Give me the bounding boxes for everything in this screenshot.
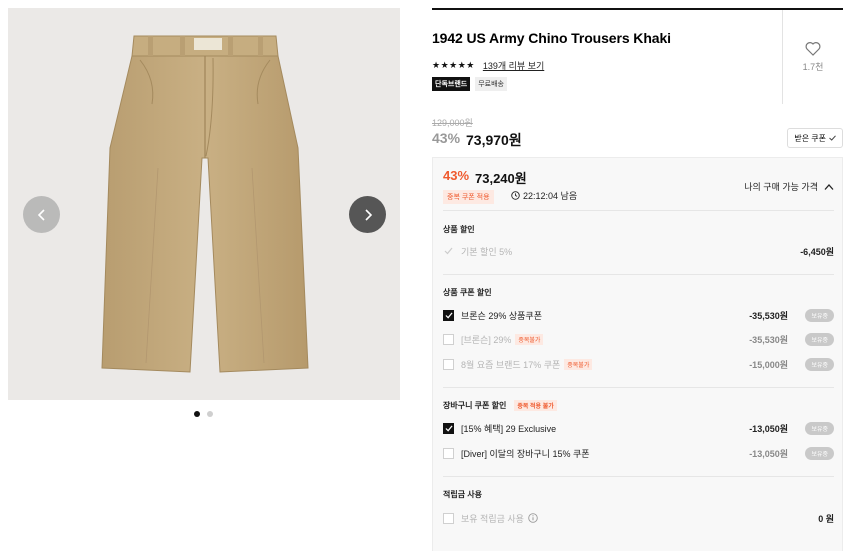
sale-price: 73,970원 [466,132,522,148]
no-duplicate-badge: 중복불가 [564,358,593,370]
best-price: 73,240원 [475,171,527,186]
owned-pill: 보유중 [805,446,834,460]
product-title: 1942 US Army Chino Trousers Khaki [432,30,671,46]
chevron-left-icon [37,208,45,221]
pagination-dot[interactable] [207,411,213,417]
khaki-chino-trousers-image [101,35,309,373]
check-icon [445,311,453,319]
gallery-prev-button[interactable] [23,196,60,233]
my-price-toggle[interactable]: 나의 구매 가능 가격 [744,180,834,193]
points-title: 적립금 사용 [443,490,483,499]
no-duplicate-badge: 중복 적용 불가 [514,400,557,411]
cart-coupon-label: [Diver] 이달의 장바구니 15% 쿠폰 [461,448,590,459]
points-row: 보유 적립금 사용 0 원 [443,510,834,526]
cart-coupon-row[interactable]: [15% 혜택] 29 Exclusive -13,050원 보유중 [443,420,834,436]
cart-coupon-title-row: 장바구니 쿠폰 할인 중복 적용 불가 [443,400,557,411]
coupon-checkbox [443,333,454,345]
owned-pill: 보유중 [805,308,834,322]
countdown-timer: 22:12:04 남음 [511,189,577,202]
coupon-label: [브론슨] 29% [461,334,512,345]
star-rating: ★★★★★ [432,60,475,70]
divider [443,210,834,211]
product-badges: 단독브랜드 무료배송 [432,77,507,91]
points-label: 보유 적립금 사용 [461,513,524,524]
gallery-next-button[interactable] [349,196,386,233]
cart-coupon-checkbox[interactable] [443,422,454,434]
base-discount-check [443,246,454,257]
discount-panel: 43% 73,240원 중복 쿠폰 적용 22:12:04 남음 나의 구매 가… [432,157,843,551]
product-discount-title: 상품 할인 [443,225,475,234]
chevron-right-icon [364,208,372,221]
cart-coupon-label: [15% 혜택] 29 Exclusive [461,423,557,434]
review-link[interactable]: 139개 리뷰 보기 [483,59,544,72]
original-price: 129,000원 [432,118,473,128]
coupon-label: 브론슨 29% 상품쿠폰 [461,310,542,321]
cart-coupon-amount: -13,050원 [749,448,788,459]
clock-icon [511,191,520,200]
coupon-label: 8월 요즘 브랜드 17% 쿠폰 [461,359,561,370]
points-amount: 0 원 [818,513,834,524]
my-price-label: 나의 구매 가능 가격 [744,182,818,192]
coupon-checkbox[interactable] [443,309,454,321]
owned-pill: 보유중 [805,421,834,435]
coupon-row: 8월 요즘 브랜드 17% 쿠폰 중복불가 -15,000원 보유중 [443,356,834,372]
duplicate-coupon-badge: 중복 쿠폰 적용 [443,190,494,204]
gallery-pagination [194,411,213,417]
coupon-row[interactable]: 브론슨 29% 상품쿠폰 -35,530원 보유중 [443,307,834,323]
coupon-amount: -35,530원 [749,334,788,345]
base-discount-amount: -6,450원 [800,246,834,257]
rating-row: ★★★★★ 139개 리뷰 보기 [432,59,544,72]
exclusive-brand-badge: 단독브랜드 [432,77,471,91]
like-count: 1.7천 [802,62,824,72]
received-coupon-label: 받은 쿠폰 [794,133,826,143]
coupon-amount: -15,000원 [749,359,788,370]
base-discount-row: 기본 할인 5% -6,450원 [443,243,834,259]
cart-coupon-amount: -13,050원 [749,423,788,434]
check-icon [829,135,836,141]
divider [443,274,834,275]
best-price-header: 43% 73,240원 중복 쿠폰 적용 22:12:04 남음 나의 구매 가… [443,168,834,212]
pagination-dot-active[interactable] [194,411,200,417]
product-coupon-title: 상품 쿠폰 할인 [443,288,492,297]
coupon-row: [브론슨] 29% 중복불가 -35,530원 보유중 [443,331,834,347]
received-coupon-button[interactable]: 받은 쿠폰 [787,128,843,148]
best-discount-rate: 43% [443,168,470,183]
coupon-amount: -35,530원 [749,310,788,321]
check-icon [445,424,453,432]
owned-pill: 보유중 [805,357,834,371]
product-header: 1942 US Army Chino Trousers Khaki ★★★★★ … [432,10,843,104]
countdown-text: 22:12:04 남음 [523,191,578,201]
product-gallery [8,8,400,400]
points-checkbox[interactable] [443,512,454,524]
divider [443,387,834,388]
base-discount-label: 기본 할인 5% [461,246,513,257]
owned-pill: 보유중 [805,332,834,346]
discount-rate: 43% [432,130,461,146]
cart-coupon-title: 장바구니 쿠폰 할인 [443,401,507,410]
cart-coupon-checkbox[interactable] [443,447,454,459]
price-area: 129,000원 43% 73,970원 받은 쿠폰 [432,114,843,154]
cart-coupon-row[interactable]: [Diver] 이달의 장바구니 15% 쿠폰 -13,050원 보유중 [443,445,834,461]
chevron-up-icon [824,183,834,190]
free-shipping-badge: 무료배송 [475,77,507,91]
divider [443,476,834,477]
info-icon[interactable] [528,513,538,523]
no-duplicate-badge: 중복불가 [515,333,544,345]
check-icon [444,247,453,255]
heart-icon [805,42,821,56]
coupon-checkbox [443,358,454,370]
like-button[interactable]: 1.7천 [782,10,843,104]
